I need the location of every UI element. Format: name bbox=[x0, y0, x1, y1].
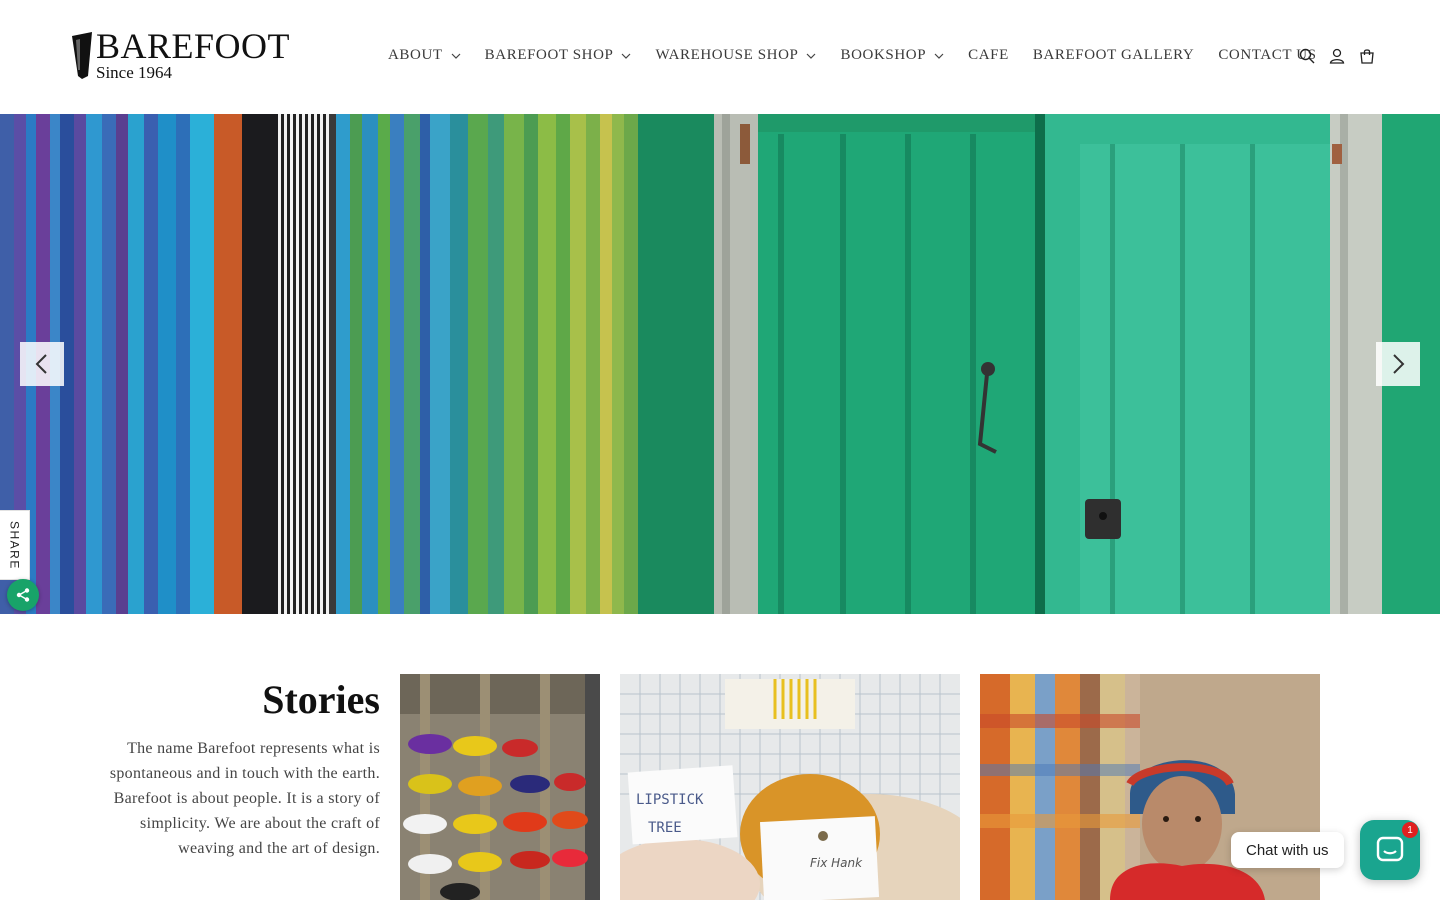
share-icon bbox=[16, 588, 30, 602]
site-header: BAREFOOT Since 1964 ABOUT BAREFOOT SHOP … bbox=[0, 0, 1440, 114]
search-icon[interactable] bbox=[1298, 47, 1316, 65]
brand-logo[interactable]: BAREFOOT Since 1964 bbox=[70, 26, 300, 84]
chevron-down-icon bbox=[807, 53, 816, 59]
chat-unread-badge: 1 bbox=[1402, 822, 1418, 838]
nav-item-about[interactable]: ABOUT bbox=[388, 47, 461, 64]
share-label: SHARE bbox=[7, 520, 22, 570]
nav-label: BAREFOOT SHOP bbox=[484, 46, 614, 63]
chevron-down-icon bbox=[622, 53, 631, 59]
nav-label: CAFE bbox=[968, 46, 1009, 63]
hero-image bbox=[0, 114, 1440, 614]
brand-tagline: Since 1964 bbox=[96, 63, 173, 82]
chevron-right-icon bbox=[1393, 354, 1405, 374]
header-actions bbox=[1298, 47, 1376, 65]
story-image-threads bbox=[400, 674, 600, 900]
brand-name: BAREFOOT bbox=[96, 26, 291, 66]
nav-item-cafe[interactable]: CAFE bbox=[968, 47, 1009, 64]
nav-item-barefoot-shop[interactable]: BAREFOOT SHOP bbox=[485, 47, 632, 64]
stories-description: The name Barefoot represents what is spo… bbox=[109, 740, 380, 857]
story-card-sampling[interactable]: LIPSTICK TREE Fix Hank bbox=[620, 674, 960, 900]
chevron-left-icon bbox=[35, 354, 47, 374]
nav-item-warehouse-shop[interactable]: WAREHOUSE SHOP bbox=[655, 47, 816, 64]
chevron-down-icon bbox=[934, 53, 944, 59]
slideshow-prev-button[interactable] bbox=[20, 342, 64, 386]
nav-label: BAREFOOT GALLERY bbox=[1032, 46, 1195, 63]
share-button[interactable] bbox=[7, 579, 39, 611]
nav-item-bookshop[interactable]: BOOKSHOP bbox=[840, 47, 944, 64]
yarn-tag-tree: TREE bbox=[648, 820, 682, 836]
cart-icon[interactable] bbox=[1358, 47, 1376, 65]
nav-label: WAREHOUSE SHOP bbox=[655, 46, 799, 63]
hero-slideshow bbox=[0, 114, 1440, 614]
nav-label: BOOKSHOP bbox=[840, 46, 927, 63]
stories-title: Stories bbox=[262, 677, 380, 722]
nav-item-barefoot-gallery[interactable]: BAREFOOT GALLERY bbox=[1033, 47, 1194, 64]
story-image-yarn-samples: LIPSTICK TREE Fix Hank bbox=[620, 674, 960, 900]
nav-label: ABOUT bbox=[388, 46, 443, 63]
chat-label[interactable]: Chat with us bbox=[1231, 832, 1344, 868]
main-nav: ABOUT BAREFOOT SHOP WAREHOUSE SHOP BOOKS… bbox=[388, 44, 1317, 66]
chat-icon bbox=[1376, 836, 1404, 862]
account-icon[interactable] bbox=[1328, 47, 1346, 65]
chevron-down-icon bbox=[451, 53, 461, 59]
yarn-tag-fix-hank: Fix Hank bbox=[810, 856, 863, 870]
chat-label-text: Chat with us bbox=[1246, 841, 1329, 859]
slideshow-next-button[interactable] bbox=[1376, 342, 1420, 386]
logo-mark-icon bbox=[72, 32, 92, 79]
story-card-looms[interactable] bbox=[400, 674, 600, 900]
share-tab[interactable]: SHARE bbox=[0, 510, 30, 580]
yarn-tag-lipstick: LIPSTICK bbox=[636, 792, 704, 808]
